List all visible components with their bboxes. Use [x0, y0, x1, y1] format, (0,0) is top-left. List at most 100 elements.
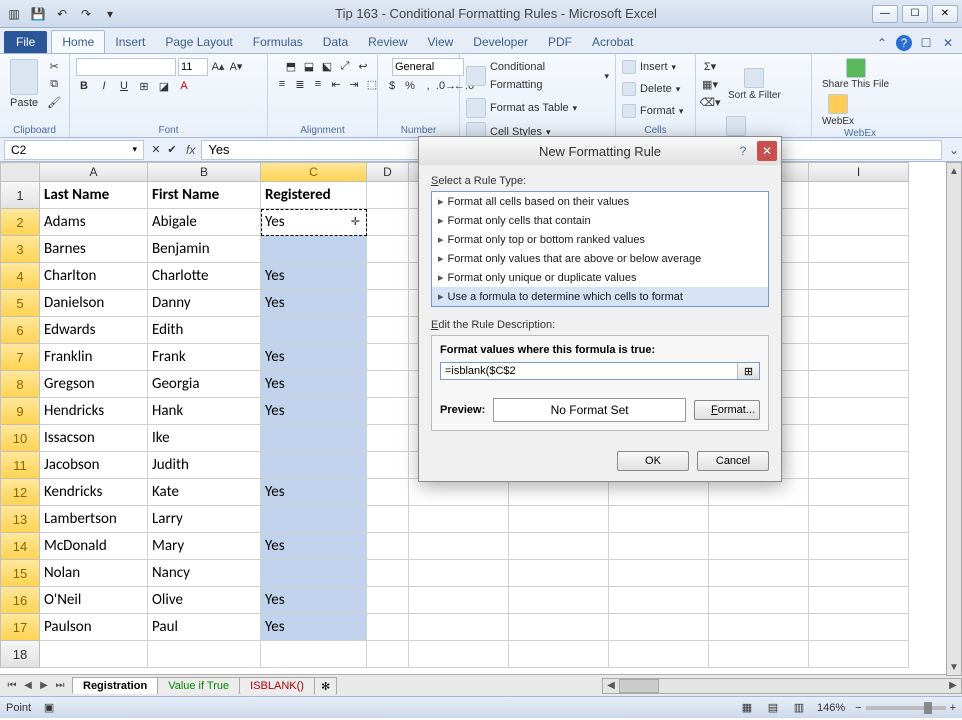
cell[interactable] — [367, 560, 409, 587]
number-format-select[interactable] — [392, 58, 464, 76]
horizontal-scrollbar[interactable]: ◀ ▶ — [602, 678, 962, 694]
rule-type-option[interactable]: ▸Format all cells based on their values — [432, 192, 768, 211]
cell[interactable] — [148, 641, 261, 668]
italic-icon[interactable]: I — [96, 78, 112, 94]
cell[interactable] — [409, 506, 509, 533]
cell[interactable]: Larry — [148, 506, 261, 533]
cell[interactable]: Georgia — [148, 371, 261, 398]
tab-formulas[interactable]: Formulas — [243, 31, 313, 53]
cell[interactable] — [709, 614, 809, 641]
cell[interactable] — [409, 479, 509, 506]
row-header[interactable]: 9 — [0, 398, 40, 425]
insert-function-icon[interactable]: fx — [180, 143, 201, 157]
cell[interactable] — [367, 452, 409, 479]
increase-font-icon[interactable]: A▴ — [210, 58, 226, 74]
cell[interactable]: Registered — [261, 182, 367, 209]
row-header[interactable]: 15 — [0, 560, 40, 587]
cell[interactable] — [261, 452, 367, 479]
cell[interactable]: Danny — [148, 290, 261, 317]
format-button[interactable]: Format... — [694, 400, 760, 420]
cell[interactable] — [409, 614, 509, 641]
cell[interactable] — [809, 344, 909, 371]
minimize-ribbon-icon[interactable]: ⌃ — [874, 35, 890, 51]
cell[interactable] — [809, 209, 909, 236]
format-painter-icon[interactable]: 🖌 — [46, 94, 62, 110]
row-header[interactable]: 11 — [0, 452, 40, 479]
row-header[interactable]: 12 — [0, 479, 40, 506]
cell[interactable]: Nancy — [148, 560, 261, 587]
bold-icon[interactable]: B — [76, 78, 92, 94]
cell[interactable] — [367, 290, 409, 317]
cell[interactable] — [709, 560, 809, 587]
cell[interactable] — [509, 533, 609, 560]
cell[interactable]: Paul — [148, 614, 261, 641]
insert-cells-button[interactable]: Insert▾ — [622, 58, 676, 76]
dialog-help-icon[interactable]: ? — [733, 141, 753, 161]
cell[interactable] — [609, 479, 709, 506]
align-center-icon[interactable]: ≣ — [292, 76, 308, 92]
delete-cells-button[interactable]: Delete▾ — [622, 80, 680, 98]
paste-button[interactable]: Paste — [6, 59, 42, 109]
sheet-tab-isblank[interactable]: ISBLANK() — [239, 677, 315, 694]
cell[interactable]: Yes — [261, 614, 367, 641]
font-size-select[interactable] — [178, 58, 208, 76]
cell[interactable]: Yes — [261, 263, 367, 290]
cell[interactable]: Nolan — [40, 560, 148, 587]
scroll-down-icon[interactable]: ▼ — [947, 659, 961, 675]
tab-acrobat[interactable]: Acrobat — [582, 31, 643, 53]
font-family-select[interactable] — [76, 58, 176, 76]
new-sheet-icon[interactable]: ✻ — [314, 677, 337, 695]
align-middle-icon[interactable]: ⬓ — [301, 58, 317, 74]
cell[interactable] — [609, 641, 709, 668]
help-icon[interactable]: ? — [896, 35, 912, 51]
cell[interactable] — [409, 533, 509, 560]
cell[interactable] — [367, 209, 409, 236]
cell[interactable]: Kendricks — [40, 479, 148, 506]
cell[interactable] — [367, 641, 409, 668]
zoom-in-icon[interactable]: + — [950, 702, 956, 714]
cell[interactable]: Danielson — [40, 290, 148, 317]
cell[interactable] — [709, 506, 809, 533]
cell[interactable] — [367, 317, 409, 344]
row-header[interactable]: 14 — [0, 533, 40, 560]
scroll-up-icon[interactable]: ▲ — [947, 163, 961, 179]
scroll-left-icon[interactable]: ◀ — [603, 679, 619, 693]
cell[interactable] — [409, 587, 509, 614]
file-tab[interactable]: File — [4, 31, 47, 53]
cell[interactable] — [809, 236, 909, 263]
orientation-icon[interactable]: ⤢ — [337, 58, 353, 74]
cell[interactable]: Yes — [261, 290, 367, 317]
align-left-icon[interactable]: ≡ — [274, 76, 290, 92]
cell[interactable] — [609, 506, 709, 533]
comma-icon[interactable]: , — [420, 78, 436, 94]
restore-window-icon[interactable]: ☐ — [918, 35, 934, 51]
decrease-indent-icon[interactable]: ⇤ — [328, 76, 344, 92]
cell[interactable] — [709, 641, 809, 668]
cell[interactable]: Yes — [261, 479, 367, 506]
cell[interactable]: Kate — [148, 479, 261, 506]
cell[interactable] — [367, 398, 409, 425]
sheet-nav-last-icon[interactable]: ⏭ — [52, 678, 68, 694]
tab-pdf[interactable]: PDF — [538, 31, 582, 53]
rule-type-option[interactable]: ▸Format only top or bottom ranked values — [432, 230, 768, 249]
hscroll-thumb[interactable] — [619, 679, 659, 693]
cell[interactable]: Franklin — [40, 344, 148, 371]
cell[interactable] — [509, 479, 609, 506]
cell[interactable] — [367, 425, 409, 452]
close-workbook-icon[interactable]: ✕ — [940, 35, 956, 51]
cell[interactable] — [809, 290, 909, 317]
zoom-slider[interactable]: − + — [855, 702, 956, 714]
cell[interactable]: Judith — [148, 452, 261, 479]
cell[interactable]: First Name — [148, 182, 261, 209]
sheet-nav-next-icon[interactable]: ▶ — [36, 678, 52, 694]
tab-insert[interactable]: Insert — [105, 31, 155, 53]
underline-icon[interactable]: U — [116, 78, 132, 94]
cell[interactable] — [509, 506, 609, 533]
cell[interactable] — [609, 533, 709, 560]
cell[interactable] — [367, 506, 409, 533]
cell[interactable] — [367, 344, 409, 371]
sheet-nav-prev-icon[interactable]: ◀ — [20, 678, 36, 694]
sheet-tab-value-if-true[interactable]: Value if True — [157, 677, 240, 694]
cell[interactable]: Yes✛ — [261, 209, 367, 236]
save-icon[interactable]: 💾 — [28, 4, 48, 24]
